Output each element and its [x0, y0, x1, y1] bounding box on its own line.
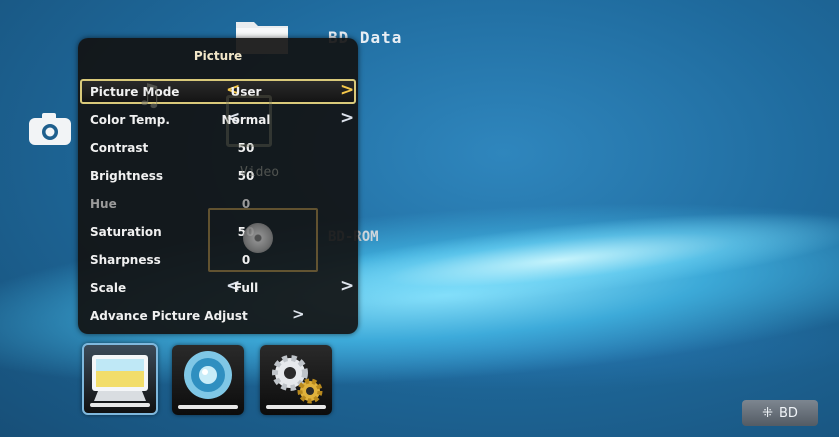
- bd-badge[interactable]: ⁜ BD: [742, 400, 818, 426]
- speaker-icon: [184, 351, 232, 399]
- camera-icon[interactable]: [28, 112, 72, 146]
- row-color-temp[interactable]: Color Temp. < Normal >: [78, 106, 358, 134]
- row-label: Contrast: [90, 141, 149, 155]
- bd-badge-label: BD: [778, 405, 798, 421]
- row-label: Scale: [90, 281, 127, 295]
- ghost-video-label: Video: [240, 165, 280, 180]
- disc-icon: [243, 223, 273, 253]
- film-icon: [226, 95, 272, 147]
- row-contrast[interactable]: Contrast 50: [78, 134, 358, 162]
- tab-underline: [266, 405, 326, 409]
- panel-title: Picture: [193, 49, 243, 63]
- row-label: Brightness: [90, 169, 164, 183]
- row-advance-picture-adjust[interactable]: Advance Picture Adjust >: [78, 302, 358, 330]
- row-value: Full: [233, 281, 259, 295]
- row-label: Picture Mode: [90, 85, 180, 99]
- row-label: Sharpness: [90, 253, 161, 267]
- row-label: Advance Picture Adjust: [90, 309, 248, 323]
- row-label: Saturation: [90, 225, 162, 239]
- row-picture-mode[interactable]: Picture Mode < User >: [78, 78, 358, 106]
- double-chevron-right-icon[interactable]: >: [292, 305, 305, 323]
- tab-underline: [178, 405, 238, 409]
- row-scale[interactable]: Scale < Full >: [78, 274, 358, 302]
- row-label: Hue: [90, 197, 117, 211]
- chevron-right-icon[interactable]: >: [340, 82, 354, 99]
- row-label: Color Temp.: [90, 113, 170, 127]
- picture-settings-panel: Picture Picture Mode < User > Color Temp…: [78, 38, 358, 334]
- row-brightness[interactable]: Brightness 50: [78, 162, 358, 190]
- chevron-right-icon[interactable]: >: [340, 110, 354, 127]
- tab-underline: [90, 403, 150, 407]
- music-note-icon: ♫: [136, 78, 163, 113]
- dots-icon: ⁜: [762, 405, 773, 421]
- tab-system[interactable]: [260, 345, 332, 415]
- tab-audio[interactable]: [172, 345, 244, 415]
- gears-icon: [272, 355, 323, 404]
- chevron-right-icon[interactable]: >: [340, 278, 354, 295]
- tab-picture[interactable]: [82, 343, 158, 415]
- tv-screen: BD Data BD-ROM Picture Picture Mode < Us…: [0, 0, 839, 437]
